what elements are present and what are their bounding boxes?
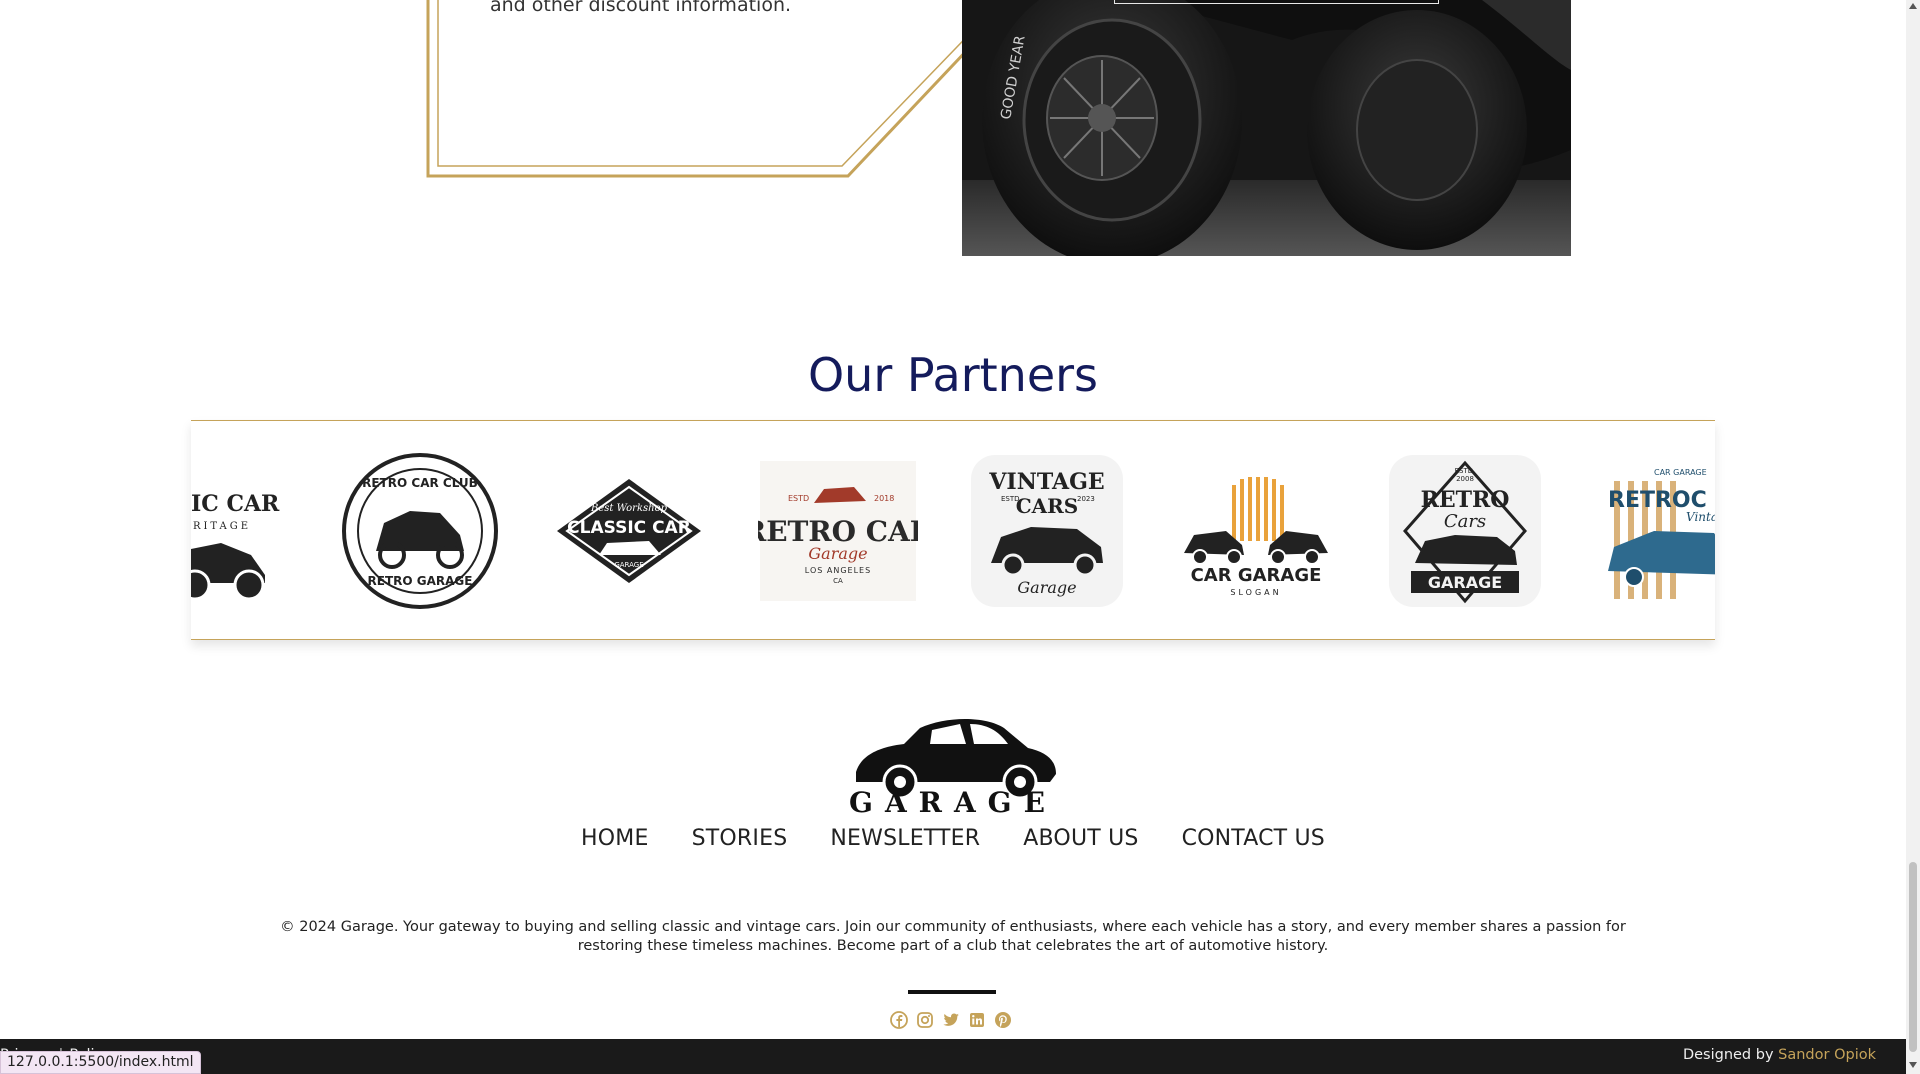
instagram-icon[interactable] xyxy=(916,1011,934,1029)
footer-nav-contact-us[interactable]: CONTACT US xyxy=(1182,826,1325,851)
footer-nav-stories[interactable]: STORIES xyxy=(692,826,788,851)
partner-logo-retro-cars-garage[interactable]: ESTD. 2008 RETRO Cars GARAGE xyxy=(1385,451,1545,611)
designed-by-label: Designed by xyxy=(1682,1047,1774,1063)
partner-logo-text: HERITAGE xyxy=(191,521,251,532)
partner-logo-text: SLOGAN xyxy=(1230,588,1281,597)
partner-logo-text: 2008 xyxy=(1456,475,1474,483)
partner-logo-text: CAR GARAGE xyxy=(1191,565,1322,586)
social-links xyxy=(890,1011,1012,1029)
twitter-icon[interactable] xyxy=(942,1011,960,1029)
hero-cta-outline[interactable] xyxy=(1114,0,1439,4)
promo-frame-decoration xyxy=(426,0,1017,178)
partner-logo-retro-car-club[interactable]: RETRO CAR CLUB RETRO GARAGE xyxy=(340,451,500,611)
footer-logo-text: GARAGE xyxy=(849,786,1057,814)
partner-logo-retro-car-garage-la[interactable]: ESTD 2018 RETRO CAR Garage LOS ANGELES C… xyxy=(758,451,918,611)
partner-logo-text: LOS ANGELES xyxy=(805,566,871,575)
facebook-icon[interactable] xyxy=(890,1011,908,1029)
partner-logo-text: GARAGE xyxy=(614,561,643,569)
partner-logo-classic-car-heritage[interactable]: ASSIC CAR HERITAGE xyxy=(191,451,291,611)
designer-credit: Designed by Sandor Opiok xyxy=(1683,1047,1876,1063)
scroll-thumb[interactable] xyxy=(1909,862,1917,1052)
partner-logo-text: ASSIC CAR xyxy=(191,491,280,517)
partner-logo-text: ESTD. xyxy=(1455,467,1476,475)
partner-logo-text: CARS xyxy=(1016,494,1079,518)
partner-logo-text: RETRO xyxy=(1421,487,1510,513)
partner-logo-text: Garage xyxy=(1017,578,1076,597)
partner-logo-text: Cars xyxy=(1444,511,1486,532)
partners-carousel: ASSIC CAR HERITAGE RETRO CAR CLUB RETRO … xyxy=(191,420,1715,640)
partner-logo-text: RETRO GARAGE xyxy=(368,574,473,588)
partner-logo-car-garage-slogan[interactable]: CAR GARAGE SLOGAN xyxy=(1176,451,1336,611)
footer-nav-newsletter[interactable]: NEWSLETTER xyxy=(830,826,980,851)
partner-logo-text: ESTD xyxy=(788,494,809,503)
footer-bottom-bar: Privacy | Policy Designed by Sandor Opio… xyxy=(0,1039,1906,1074)
partner-logo-text: CAR GARAGE xyxy=(1654,468,1707,477)
partner-logo-text: 2018 xyxy=(874,494,894,503)
partner-logo-text: RETRO CAR CLUB xyxy=(362,476,478,490)
footer-copyright: © 2024 Garage. Your gateway to buying an… xyxy=(280,919,1626,954)
hero-car-photo: GOOD YEAR xyxy=(962,0,1571,256)
linkedin-icon[interactable] xyxy=(968,1011,986,1029)
partner-logo-text: Best Workshop xyxy=(590,503,668,514)
browser-status-url: 127.0.0.1:5500/index.html xyxy=(0,1051,201,1074)
footer-nav-home[interactable]: HOME xyxy=(581,826,649,851)
scroll-down-arrow-icon[interactable] xyxy=(1909,1062,1917,1068)
partner-logo-text: GARAGE xyxy=(1428,573,1502,592)
partner-logo-vintage-cars-garage[interactable]: VINTAGE CARS ESTD 2023 Garage xyxy=(967,451,1127,611)
partners-title: Our Partners xyxy=(807,348,1099,402)
partner-logo-text: ESTD xyxy=(1001,495,1020,503)
designer-link[interactable]: Sandor Opiok xyxy=(1778,1047,1876,1063)
footer-divider xyxy=(908,990,996,994)
partner-logo-text: Vintage xyxy=(1686,510,1715,524)
footer-nav-about-us[interactable]: ABOUT US xyxy=(1023,826,1138,851)
partner-logo-text: Garage xyxy=(808,544,867,563)
page-scrollbar[interactable] xyxy=(1906,0,1920,1074)
partner-logo-text: VINTAGE xyxy=(988,469,1104,495)
partner-logo-text: CA xyxy=(833,577,843,585)
pinterest-icon[interactable] xyxy=(994,1011,1012,1029)
footer-garage-logo[interactable]: GARAGE xyxy=(842,708,1064,814)
footer-nav: HOME STORIES NEWSLETTER ABOUT US CONTACT… xyxy=(0,826,1906,851)
scroll-up-arrow-icon[interactable] xyxy=(1909,3,1917,9)
partner-logo-text: 2023 xyxy=(1077,495,1095,503)
partner-logo-text: CLASSIC CAR xyxy=(567,518,691,538)
partner-logo-retroc-vintage[interactable]: CAR GARAGE RETROC Vintage xyxy=(1594,451,1715,611)
promo-text: and other discount information. xyxy=(490,0,792,16)
partner-logo-classic-car-garage[interactable]: Best Workshop CLASSIC CAR GARAGE xyxy=(549,451,709,611)
